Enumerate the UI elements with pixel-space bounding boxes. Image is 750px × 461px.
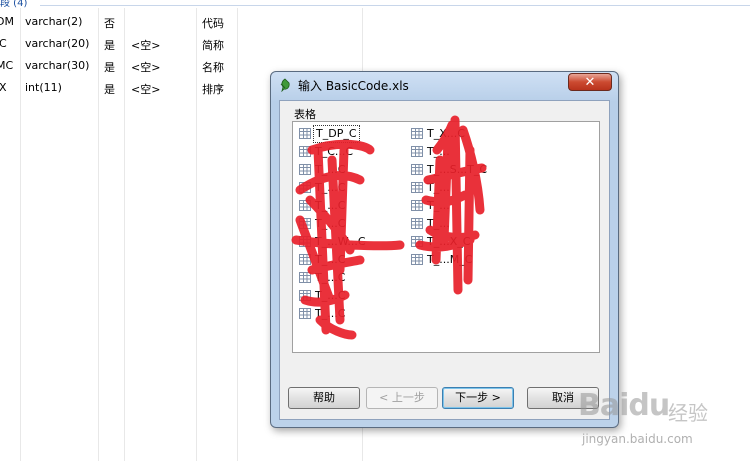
next-button[interactable]: 下一步 > xyxy=(442,387,514,409)
list-item-label: T_...C xyxy=(315,271,346,284)
list-item-label: T_...C xyxy=(315,199,346,212)
list-item-label: T_X...C xyxy=(427,127,465,140)
table-row[interactable]: MC varchar(30) 是 <空> 名称 xyxy=(0,59,260,81)
field-comment: 排序 xyxy=(202,83,224,96)
table-icon xyxy=(411,200,423,211)
table-icon xyxy=(411,146,423,157)
table-fields-header: 段 (4) xyxy=(0,0,750,9)
dialog-body: 表格 T_DP_C T_C...C T_...C T_...C T_...C T… xyxy=(279,100,610,420)
help-button[interactable]: 帮助 xyxy=(288,387,360,409)
list-item-label: T_...C xyxy=(315,217,346,230)
field-comment: 简称 xyxy=(202,39,224,52)
table-icon xyxy=(411,128,423,139)
list-item-label: T_... xyxy=(427,145,450,158)
list-item-label: T_...C xyxy=(315,181,346,194)
field-nullable: 是 xyxy=(104,61,115,74)
table-row[interactable]: X int(11) 是 <空> 排序 xyxy=(0,81,260,103)
back-button[interactable]: < 上一步 xyxy=(366,387,438,409)
table-icon xyxy=(299,128,311,139)
table-icon xyxy=(411,164,423,175)
baidu-watermark: Baidu 经验 jingyan.baidu.com xyxy=(578,388,748,458)
field-nullable: 否 xyxy=(104,17,115,30)
close-button[interactable]: ✕ xyxy=(568,73,612,91)
list-item-label: T_...C xyxy=(315,253,346,266)
table-icon xyxy=(411,182,423,193)
table-icon xyxy=(299,164,311,175)
field-type: int(11) xyxy=(25,81,62,94)
field-name: DM xyxy=(0,15,14,28)
table-icon xyxy=(299,254,311,265)
field-comment: 代码 xyxy=(202,17,224,30)
list-item-label: T_... xyxy=(427,217,450,230)
table-icon xyxy=(299,236,311,247)
close-icon: ✕ xyxy=(584,75,596,90)
table-icon xyxy=(411,218,423,229)
list-item-label: T_C...C xyxy=(315,145,354,158)
watermark-brand: Baidu xyxy=(578,388,670,423)
list-item-label: T_...S...T_C xyxy=(427,163,488,176)
dialog-title: 输入 BasicCode.xls xyxy=(298,79,409,93)
tables-group-label: 表格 xyxy=(294,108,316,121)
table-icon xyxy=(299,200,311,211)
watermark-url: jingyan.baidu.com xyxy=(582,432,693,446)
list-item-label: T_...C xyxy=(315,163,346,176)
field-type: varchar(30) xyxy=(25,59,90,72)
field-nullable: 是 xyxy=(104,39,115,52)
table-icon xyxy=(299,272,311,283)
table-icon xyxy=(299,308,311,319)
table-icon xyxy=(411,236,423,247)
list-item-label: T_...W...C xyxy=(315,235,366,248)
field-name: X xyxy=(0,81,7,94)
field-type: varchar(20) xyxy=(25,37,90,50)
import-dialog: 输入 BasicCode.xls ✕ 表格 T_DP_C T_C...C T_.… xyxy=(270,71,619,428)
table-row[interactable]: C varchar(20) 是 <空> 简称 xyxy=(0,37,260,59)
field-default: <空> xyxy=(131,39,161,52)
watermark-sub: 经验 xyxy=(668,401,708,425)
list-item-label: T_... xyxy=(427,199,450,212)
app-icon xyxy=(280,78,290,92)
list-item-label: T_...X_C xyxy=(427,235,471,248)
field-type: varchar(2) xyxy=(25,15,83,28)
list-item-label: T_...C xyxy=(315,307,346,320)
field-comment: 名称 xyxy=(202,61,224,74)
list-item-label: T_DP_C xyxy=(313,125,360,143)
field-name: MC xyxy=(0,59,14,72)
table-icon xyxy=(411,254,423,265)
table-icon xyxy=(299,290,311,301)
table-icon xyxy=(299,182,311,193)
list-item-label: T_...M_C xyxy=(427,253,473,266)
list-item-label: T_... xyxy=(427,181,450,194)
table-icon xyxy=(299,146,311,157)
list-item-label: T_...C xyxy=(315,289,346,302)
table-icon xyxy=(299,218,311,229)
table-list[interactable]: T_DP_C T_C...C T_...C T_...C T_...C T_..… xyxy=(292,121,600,353)
field-default: <空> xyxy=(131,61,161,74)
table-row[interactable]: DM varchar(2) 否 代码 xyxy=(0,15,260,37)
field-default: <空> xyxy=(131,83,161,96)
field-name: C xyxy=(0,37,7,50)
dialog-titlebar[interactable]: 输入 BasicCode.xls ✕ xyxy=(271,72,618,98)
field-nullable: 是 xyxy=(104,83,115,96)
